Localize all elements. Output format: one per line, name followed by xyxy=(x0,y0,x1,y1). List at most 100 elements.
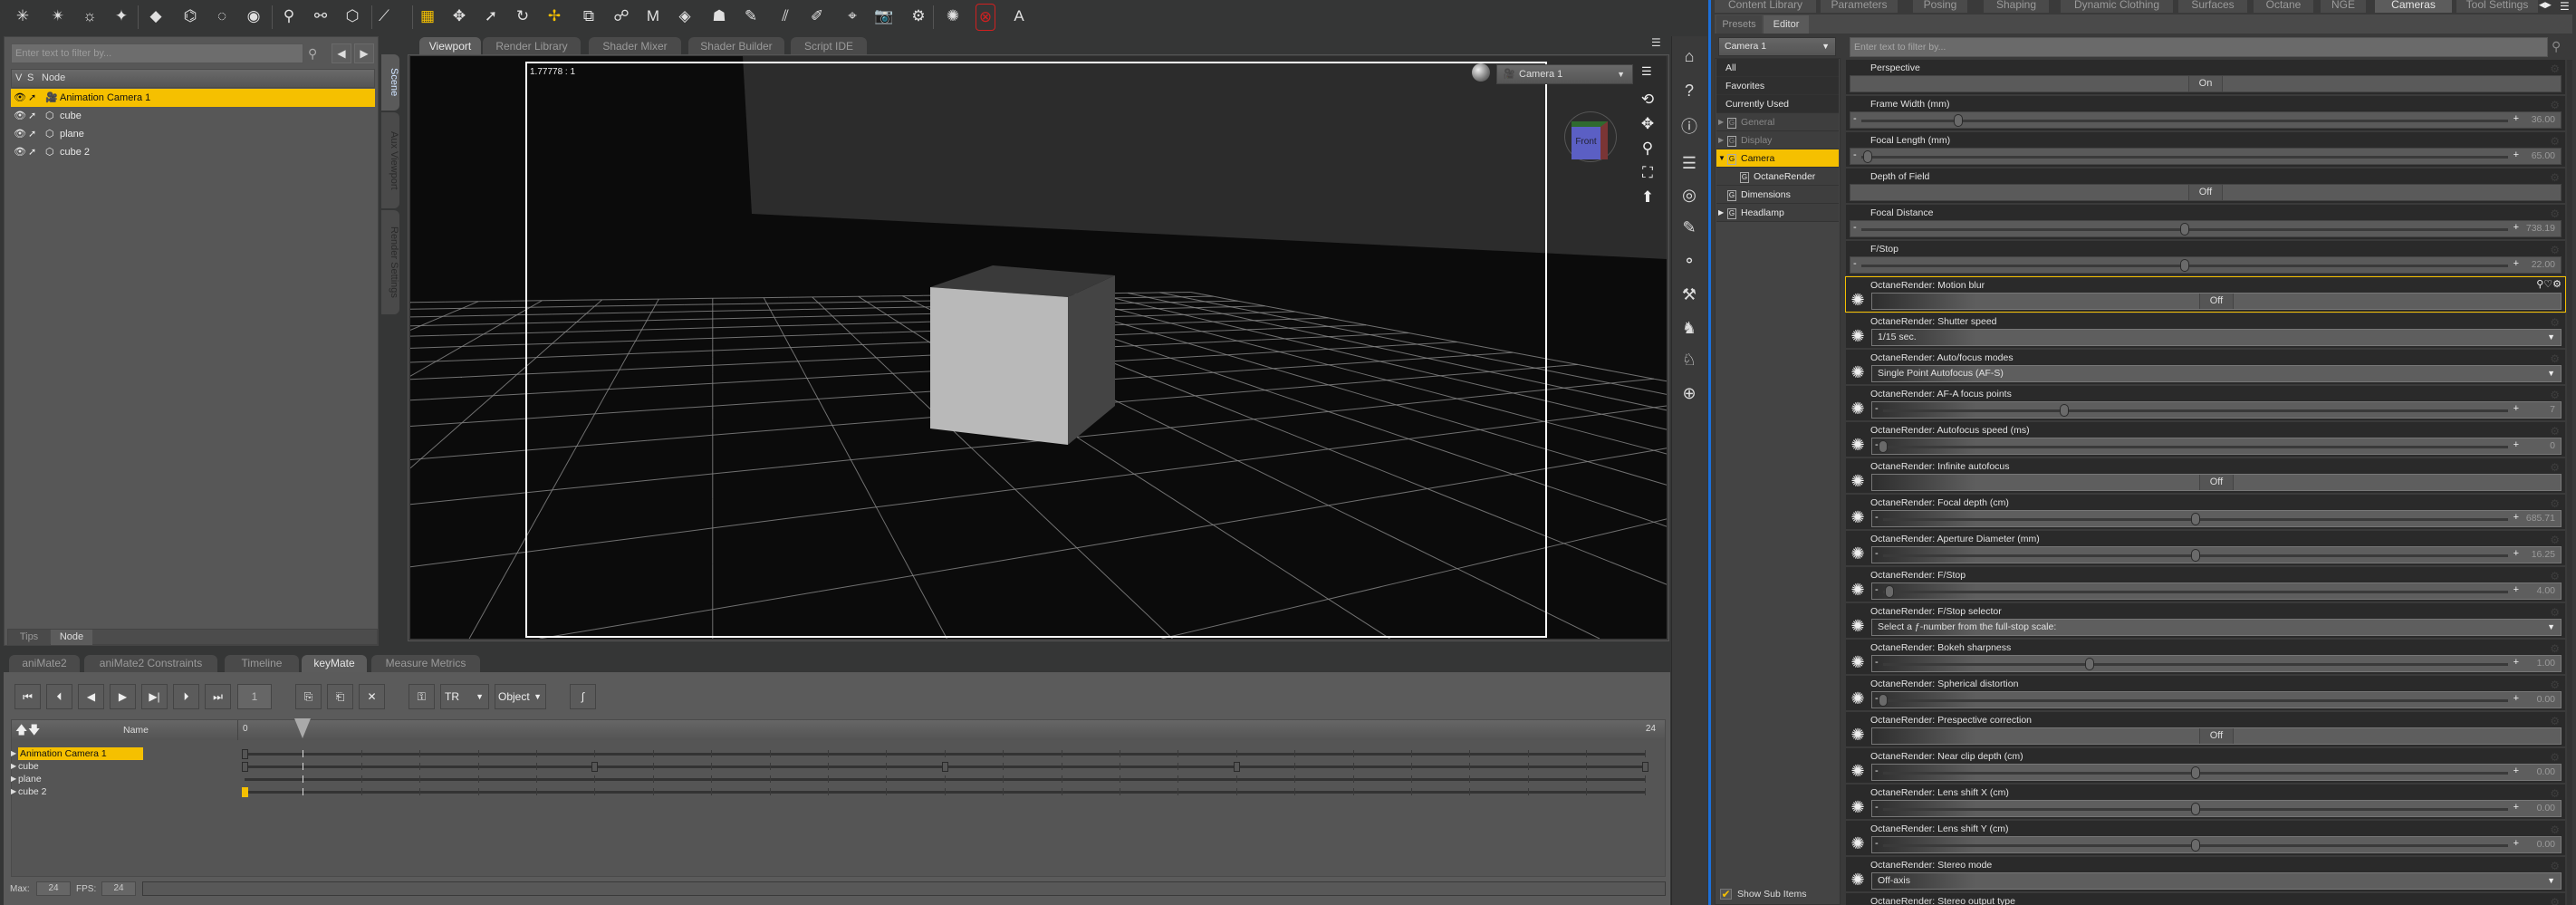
slider-knob[interactable] xyxy=(1879,694,1888,707)
morph-brush-icon[interactable]: M xyxy=(639,4,667,29)
category-all[interactable]: All xyxy=(1716,59,1839,77)
param-value[interactable]: 0.00 xyxy=(2537,766,2555,777)
octane-auto-icon[interactable]: A xyxy=(1005,4,1033,29)
toggle-button[interactable]: On xyxy=(2188,76,2223,91)
gear-icon[interactable]: ⚙ xyxy=(2550,823,2560,836)
slider-knob[interactable] xyxy=(2191,766,2200,779)
scene-node-row[interactable]: 👁 ➚ ⬡ cube 2 xyxy=(11,143,375,161)
eye-icon[interactable]: 👁 xyxy=(14,107,26,125)
search-icon[interactable]: ⚲ xyxy=(2552,39,2561,54)
increment-icon[interactable]: + xyxy=(2514,149,2519,160)
keyframe[interactable] xyxy=(242,749,248,759)
navigation-cube[interactable]: Front xyxy=(1564,111,1617,162)
collapsed-arrow-icon[interactable]: ▶ xyxy=(1718,204,1724,222)
param-slider[interactable]: - +685.71 xyxy=(1871,510,2562,527)
keyframe[interactable] xyxy=(1641,762,1648,772)
camera-select-dropdown[interactable]: 🎥 Camera 1 ▼ xyxy=(1496,64,1633,84)
paste-key-button[interactable]: ⎗ xyxy=(327,684,353,709)
next-key-button[interactable]: ⏵ xyxy=(173,684,199,709)
tab-nge[interactable]: NGE xyxy=(2321,0,2366,13)
name-column-header[interactable]: Name xyxy=(123,725,149,736)
param-value[interactable]: 7 xyxy=(2550,404,2555,415)
slider-knob[interactable] xyxy=(2180,259,2189,272)
track-name-row[interactable]: ▶ plane xyxy=(11,773,238,785)
tab-shader-mixer[interactable]: Shader Mixer xyxy=(589,37,681,55)
slider-knob[interactable] xyxy=(1954,114,1964,127)
next-match-button[interactable]: ▶ xyxy=(354,43,374,63)
gear-icon[interactable]: ⚙ xyxy=(2550,606,2560,619)
gear-icon[interactable]: ⚙ xyxy=(2550,534,2560,546)
expanded-arrow-icon[interactable]: ▼ xyxy=(1718,149,1725,168)
slider-track[interactable] xyxy=(1883,549,2508,562)
step-back-button[interactable]: ◀ xyxy=(78,684,104,709)
joint-editor-icon[interactable]: ⚯ xyxy=(307,4,334,29)
keyframe[interactable] xyxy=(941,762,948,772)
category-headlamp[interactable]: ▶ G Headlamp xyxy=(1716,204,1839,222)
gear-icon[interactable]: ⚙ xyxy=(2550,389,2560,401)
decrement-icon[interactable]: - xyxy=(1875,765,1879,776)
daz-home-icon[interactable]: ⌂ xyxy=(1676,47,1703,66)
param-toggle[interactable]: Off xyxy=(1871,474,2562,491)
gear-icon[interactable]: ⚙ xyxy=(2550,642,2560,655)
octane-icon[interactable]: ✺ xyxy=(939,4,966,29)
gear-icon[interactable]: ⚙ xyxy=(2550,135,2560,148)
side-tab-scene[interactable]: Scene xyxy=(381,54,399,111)
decrement-icon[interactable]: - xyxy=(1875,548,1879,559)
param-slider[interactable]: - +1.00 xyxy=(1871,655,2562,672)
side-tab-aux-viewport[interactable]: Aux Viewport xyxy=(381,112,399,208)
select-arrow-icon[interactable]: ➚ xyxy=(28,107,36,125)
increment-icon[interactable]: + xyxy=(2514,258,2519,269)
translate-tool-icon[interactable]: ✢ xyxy=(541,4,568,29)
gear-icon[interactable]: ⚙ xyxy=(2550,679,2560,691)
tab-tool-settings[interactable]: Tool Settings xyxy=(2456,0,2538,13)
right-pane-menu[interactable]: ☰ xyxy=(2560,0,2570,13)
first-frame-button[interactable]: ⏮ xyxy=(14,684,41,709)
param-value[interactable]: 65.00 xyxy=(2532,150,2555,161)
timeline-scrollbar[interactable] xyxy=(142,881,1666,896)
linear-point-light-icon[interactable]: ✦ xyxy=(108,4,135,29)
zoom-icon[interactable]: ⚲ xyxy=(1638,140,1658,158)
slider-track[interactable] xyxy=(1883,585,2508,598)
spot-light-icon[interactable]: ✴ xyxy=(44,4,72,29)
collapsed-arrow-icon[interactable]: ▶ xyxy=(1718,113,1724,131)
slider-knob[interactable] xyxy=(2191,803,2200,815)
gear-icon[interactable]: ⚙ xyxy=(2550,316,2560,329)
param-value[interactable]: 0 xyxy=(2550,440,2555,451)
group-icon[interactable]: ◌ xyxy=(208,4,235,29)
scene-node-row[interactable]: 👁 ➚ 🎥 Animation Camera 1 xyxy=(11,89,375,107)
expand-arrow-icon[interactable]: ▶ xyxy=(11,773,16,785)
tab-script-ide[interactable]: Script IDE xyxy=(791,37,867,55)
param-dropdown[interactable]: 1/15 sec. ▼ xyxy=(1871,329,2562,346)
gear-icon[interactable]: ⚙ xyxy=(2550,896,2560,905)
delete-key-button[interactable]: ✕ xyxy=(359,684,385,709)
octane-logo-icon[interactable]: ◎ xyxy=(1676,186,1703,205)
slider-track[interactable] xyxy=(1879,694,2508,707)
track-name-row[interactable]: ▶ Animation Camera 1 xyxy=(11,747,238,760)
slider-knob[interactable] xyxy=(2191,549,2200,562)
toggle-button[interactable]: Off xyxy=(2199,294,2234,309)
eye-icon[interactable]: 👁 xyxy=(14,143,26,161)
tab-cameras[interactable]: Cameras xyxy=(2375,0,2452,13)
param-value[interactable]: 4.00 xyxy=(2537,585,2555,596)
universal-tool-icon[interactable]: ✥ xyxy=(446,4,473,29)
slider-track[interactable] xyxy=(1883,513,2508,525)
character-icon[interactable]: ♞ xyxy=(1676,319,1703,338)
figure-posing-icon[interactable]: ☗ xyxy=(706,4,733,29)
weight-edit-icon[interactable]: ⚒ xyxy=(1676,285,1703,304)
decrement-icon[interactable]: - xyxy=(1875,657,1879,668)
param-value[interactable]: 36.00 xyxy=(2532,114,2555,125)
increment-icon[interactable]: + xyxy=(2514,113,2519,124)
slider-knob[interactable] xyxy=(2191,513,2200,525)
header-node[interactable]: Node xyxy=(42,70,65,87)
category-camera[interactable]: ▼ G Camera xyxy=(1716,149,1839,168)
move-up-icon[interactable]: 🡅 xyxy=(15,722,27,742)
max-frames-field[interactable]: 24 xyxy=(36,881,71,896)
expand-arrow-icon[interactable]: ▶ xyxy=(11,785,16,798)
scene-node-row[interactable]: 👁 ➚ ⬡ cube xyxy=(11,107,375,125)
keyframe[interactable] xyxy=(242,762,248,772)
last-frame-button[interactable]: ⏭ xyxy=(205,684,231,709)
gear-icon[interactable]: ⚙ xyxy=(2550,715,2560,727)
track-name-row[interactable]: ▶ cube xyxy=(11,760,238,773)
gear-icon[interactable]: ⚙ xyxy=(2550,497,2560,510)
increment-icon[interactable]: + xyxy=(2514,693,2519,704)
